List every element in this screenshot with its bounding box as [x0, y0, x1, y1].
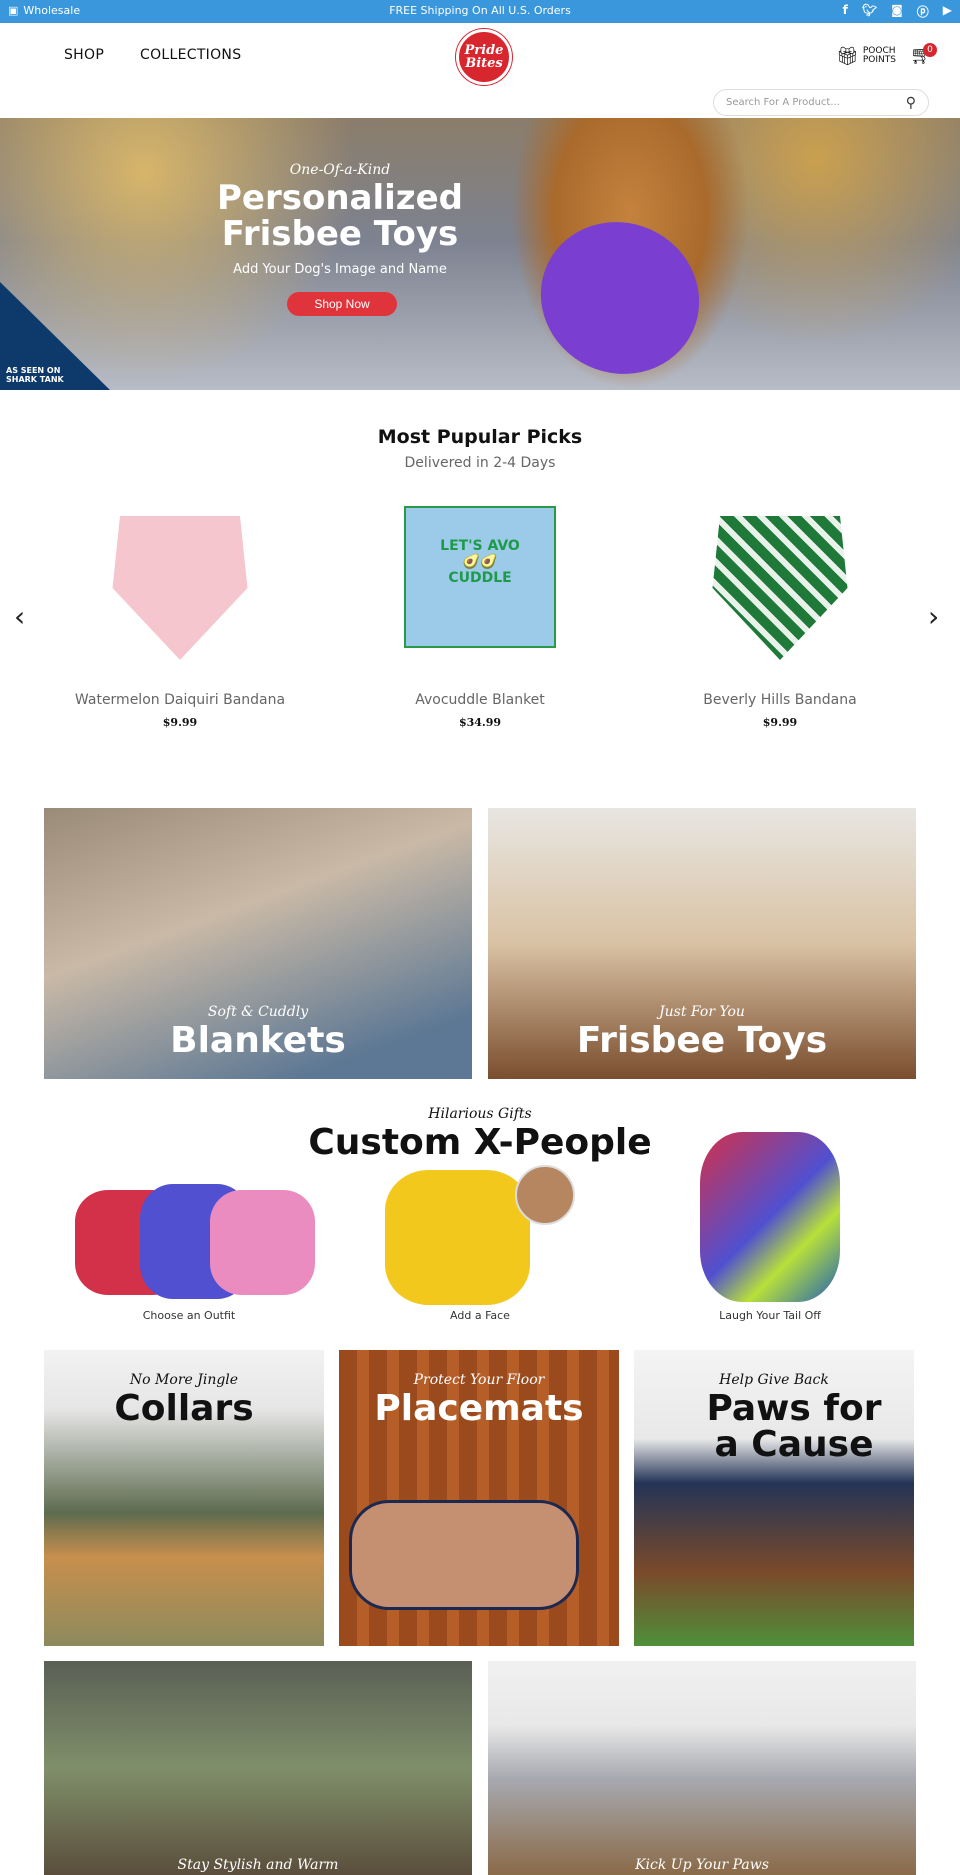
beds-tile[interactable]: Kick Up Your Paws [488, 1661, 916, 1875]
product-image [112, 516, 248, 660]
instagram-icon[interactable]: ◙ [891, 3, 903, 20]
face-photo [515, 1165, 575, 1225]
hero-banner[interactable]: One-Of-a-Kind Personalized Frisbee Toys … [0, 118, 960, 390]
pinterest-icon[interactable]: ⓟ [917, 3, 929, 20]
search-icon[interactable]: ⚲ [906, 95, 916, 111]
tile-subtitle: Kick Up Your Paws [635, 1857, 769, 1873]
xpeople-pink-image [210, 1190, 315, 1295]
search-placeholder: Search For A Product... [726, 97, 840, 108]
product-name: Avocuddle Blanket [415, 692, 545, 708]
top-bar: FREE Shipping On All U.S. Orders ▣ Wholes… [0, 0, 960, 23]
hero-title-2: Frisbee Toys [221, 214, 459, 254]
pooch-points-label: POOCH POINTS [862, 46, 896, 65]
shipping-banner: FREE Shipping On All U.S. Orders [389, 4, 571, 17]
tile-title: Blankets [170, 1020, 346, 1061]
social-links: f 🐦︎ ◙ ⓟ ▶ [843, 3, 952, 20]
tile-title: Collars [114, 1388, 254, 1429]
facebook-icon[interactable]: f [843, 3, 848, 20]
youtube-icon[interactable]: ▶ [943, 3, 952, 20]
product-card[interactable]: Beverly Hills Bandana $9.99 [660, 500, 900, 729]
tile-title: Frisbee Toys [576, 1020, 828, 1061]
product-image: LET'S AVO 🥑🥑 CUDDLE [404, 506, 556, 648]
shop-now-button[interactable]: Shop Now [287, 292, 397, 316]
step-caption: Add a Face [450, 1309, 510, 1322]
wholesale-label: Wholesale [23, 4, 81, 17]
product-price: $9.99 [162, 716, 198, 729]
nav-collections[interactable]: COLLECTIONS [140, 47, 241, 63]
blankets-tile[interactable]: Soft & Cuddly Blankets [44, 808, 472, 1079]
shark-tank-badge: AS SEEN ON SHARK TANK [0, 282, 110, 390]
product-image [712, 516, 848, 660]
tile-title: Placemats [374, 1388, 584, 1429]
product-price: $9.99 [762, 716, 798, 729]
tile-title: Paws for [706, 1388, 882, 1429]
tile-subtitle: Stay Stylish and Warm [177, 1857, 339, 1873]
product-name: Beverly Hills Bandana [703, 692, 857, 708]
popular-title: Most Pupular Picks [377, 426, 583, 448]
popular-subtitle: Delivered in 2-4 Days [404, 455, 556, 471]
xpeople-group-image [700, 1132, 840, 1302]
twitter-icon[interactable]: 🐦︎ [862, 3, 877, 20]
tile-subtitle: Help Give Back [719, 1372, 829, 1388]
gift-icon: 🎁︎ [836, 45, 859, 67]
wholesale-link[interactable]: ▣ Wholesale [8, 4, 80, 17]
placemat-image [349, 1500, 579, 1610]
tile-subtitle: Just For You [659, 1004, 745, 1020]
cart-count-badge: 0 [923, 43, 937, 57]
logo[interactable]: Pride Bites [456, 29, 512, 85]
placemats-tile[interactable]: Protect Your Floor Placemats [339, 1350, 619, 1646]
search-input[interactable]: Search For A Product... ⚲ [713, 89, 929, 116]
step-caption: Choose an Outfit [142, 1309, 236, 1322]
tile-subtitle: No More Jingle [129, 1372, 239, 1388]
frisbee-tile[interactable]: Just For You Frisbee Toys [488, 808, 916, 1079]
collars-tile[interactable]: No More Jingle Collars [44, 1350, 324, 1646]
carousel-prev-icon[interactable]: ‹ [14, 600, 25, 633]
pooch-points-link[interactable]: 🎁︎ POOCH POINTS [836, 45, 899, 67]
tile-subtitle: Protect Your Floor [413, 1372, 545, 1388]
hero-subtitle: Add Your Dog's Image and Name [233, 262, 447, 277]
nav-shop[interactable]: SHOP [64, 47, 104, 63]
hero-kicker: One-Of-a-Kind [289, 162, 391, 178]
apparel-tile[interactable]: Stay Stylish and Warm [44, 1661, 472, 1875]
product-name: Watermelon Daiquiri Bandana [74, 692, 286, 708]
box-icon: ▣ [8, 4, 19, 17]
product-card[interactable]: LET'S AVO 🥑🥑 CUDDLE Avocuddle Blanket $34.… [360, 500, 600, 729]
xpeople-subtitle: Hilarious Gifts [428, 1106, 532, 1122]
hero-title-1: Personalized [217, 178, 463, 218]
product-price: $34.99 [458, 716, 502, 729]
shark-tank-text: AS SEEN ON SHARK TANK [6, 366, 64, 384]
step-caption: Laugh Your Tail Off [719, 1309, 821, 1322]
carousel-next-icon[interactable]: › [928, 600, 939, 633]
paws-for-a-cause-tile[interactable]: Help Give Back Paws for a Cause [634, 1350, 914, 1646]
tile-subtitle: Soft & Cuddly [207, 1004, 309, 1020]
tile-title-line2: a Cause [714, 1424, 874, 1465]
xpeople-yellow-image [385, 1170, 530, 1305]
product-card[interactable]: Watermelon Daiquiri Bandana $9.99 [60, 500, 300, 729]
